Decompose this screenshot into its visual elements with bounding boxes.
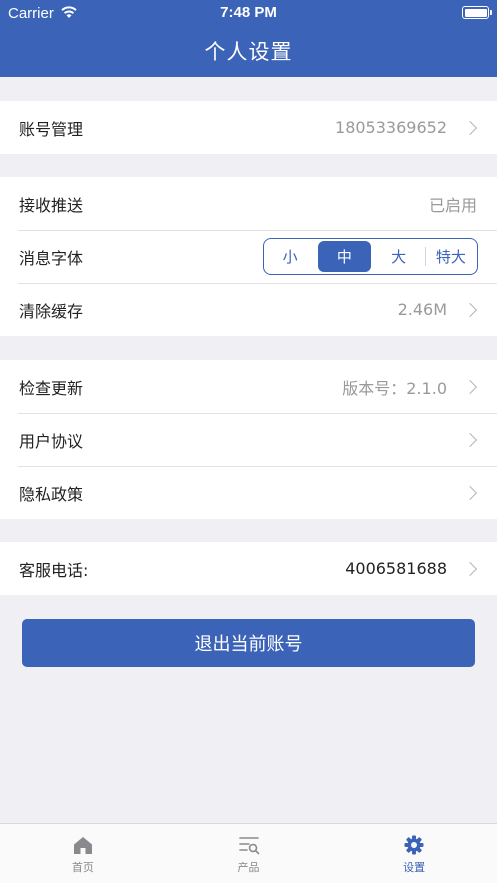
navigation-bar: Carrier 7:48 PM 个人设置 [0, 0, 497, 77]
status-bar: Carrier 7:48 PM [0, 0, 497, 26]
home-icon [73, 837, 92, 854]
product-list-icon [238, 837, 259, 855]
tab-settings-label: 设置 [403, 861, 426, 874]
account-management-row[interactable]: 账号管理 18053369652 [0, 101, 497, 154]
tab-settings[interactable]: 设置 [331, 824, 497, 883]
user-agreement-label: 用户协议 [19, 431, 84, 451]
font-size-extra-large-option[interactable]: 特大 [424, 239, 477, 274]
account-section: 账号管理 18053369652 [0, 101, 497, 154]
cache-size-value: 2.46M [397, 300, 447, 319]
message-font-label: 消息字体 [19, 248, 84, 268]
font-size-large-option[interactable]: 大 [373, 239, 425, 274]
page-title: 个人设置 [204, 40, 293, 64]
battery-icon [462, 6, 492, 19]
chevron-right-icon [462, 379, 478, 394]
check-update-row[interactable]: 检查更新 版本号：2.1.0 [0, 360, 497, 413]
push-notification-label: 接收推送 [19, 195, 84, 215]
logout-button[interactable]: 退出当前账号 [22, 619, 475, 667]
customer-service-row[interactable]: 客服电话: 4006581688 [0, 542, 497, 595]
chevron-right-icon [462, 432, 478, 447]
service-section: 客服电话: 4006581688 [0, 542, 497, 595]
chevron-right-icon [462, 302, 478, 317]
font-size-segmented-control: 小 中 大 特大 [263, 238, 478, 275]
tab-products-label: 产品 [237, 861, 260, 874]
check-update-label: 检查更新 [19, 378, 84, 398]
tab-home-label: 首页 [71, 861, 94, 874]
gear-icon [404, 835, 424, 855]
privacy-policy-label: 隐私政策 [19, 484, 84, 504]
tab-home[interactable]: 首页 [0, 824, 166, 883]
account-management-label: 账号管理 [19, 119, 84, 139]
font-size-small-option[interactable]: 小 [264, 239, 316, 274]
clear-cache-label: 清除缓存 [19, 301, 84, 321]
preferences-section: 接收推送 已启用 消息字体 小 中 大 特大 清除缓存 2.46M [0, 177, 497, 336]
clear-cache-row[interactable]: 清除缓存 2.46M [0, 283, 497, 336]
customer-service-label: 客服电话: [19, 560, 89, 580]
tab-products[interactable]: 产品 [166, 824, 332, 883]
chevron-right-icon [462, 485, 478, 500]
privacy-policy-row[interactable]: 隐私政策 [0, 466, 497, 519]
push-notification-row[interactable]: 接收推送 已启用 [0, 177, 497, 230]
font-size-medium-option[interactable]: 中 [318, 241, 371, 272]
push-status-value: 已启用 [428, 195, 477, 215]
account-phone-value: 18053369652 [335, 118, 447, 137]
about-section: 检查更新 版本号：2.1.0 用户协议 隐私政策 [0, 360, 497, 519]
chevron-right-icon [462, 120, 478, 135]
version-value: 版本号：2.1.0 [342, 378, 447, 398]
customer-service-phone: 4006581688 [345, 559, 447, 578]
message-font-row: 消息字体 小 中 大 特大 [0, 230, 497, 283]
chevron-right-icon [462, 561, 478, 576]
user-agreement-row[interactable]: 用户协议 [0, 413, 497, 466]
status-time: 7:48 PM [220, 4, 277, 21]
tab-bar: 首页 产品 设置 [0, 823, 497, 883]
